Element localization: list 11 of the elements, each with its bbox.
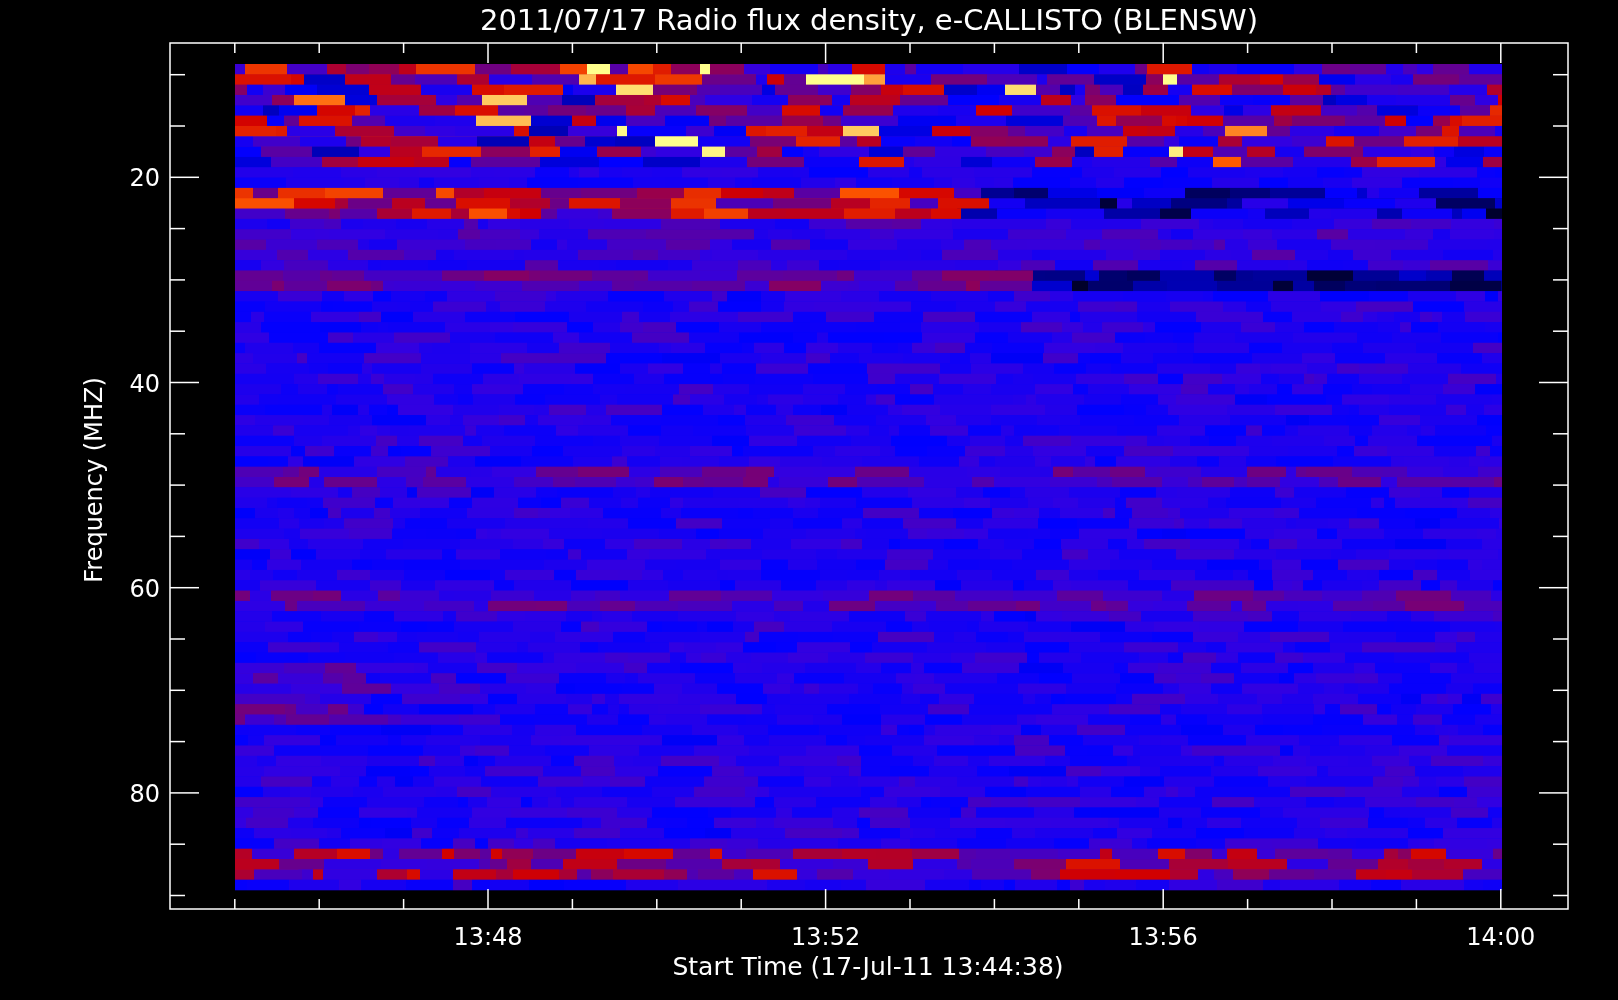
axis-title: Frequency (MHZ) xyxy=(80,377,108,583)
axis-tick-label: 13:56 xyxy=(1128,923,1198,951)
plot-title: 2011/07/17 Radio flux density, e-CALLISTO (BLENSW) xyxy=(479,3,1259,37)
axis-tick-label: 40 xyxy=(129,369,160,398)
axis-tick-label: 80 xyxy=(129,779,160,808)
axis-tick-label: 14:00 xyxy=(1466,923,1536,951)
axis-tick-label: 60 xyxy=(129,574,160,603)
axis-tick-label: 13:48 xyxy=(453,923,523,951)
axis-tick-label: 13:52 xyxy=(791,923,861,951)
axis-title: Start Time (17-Jul-11 13:44:38) xyxy=(672,952,1064,981)
axis-tick-label: 20 xyxy=(129,164,160,193)
